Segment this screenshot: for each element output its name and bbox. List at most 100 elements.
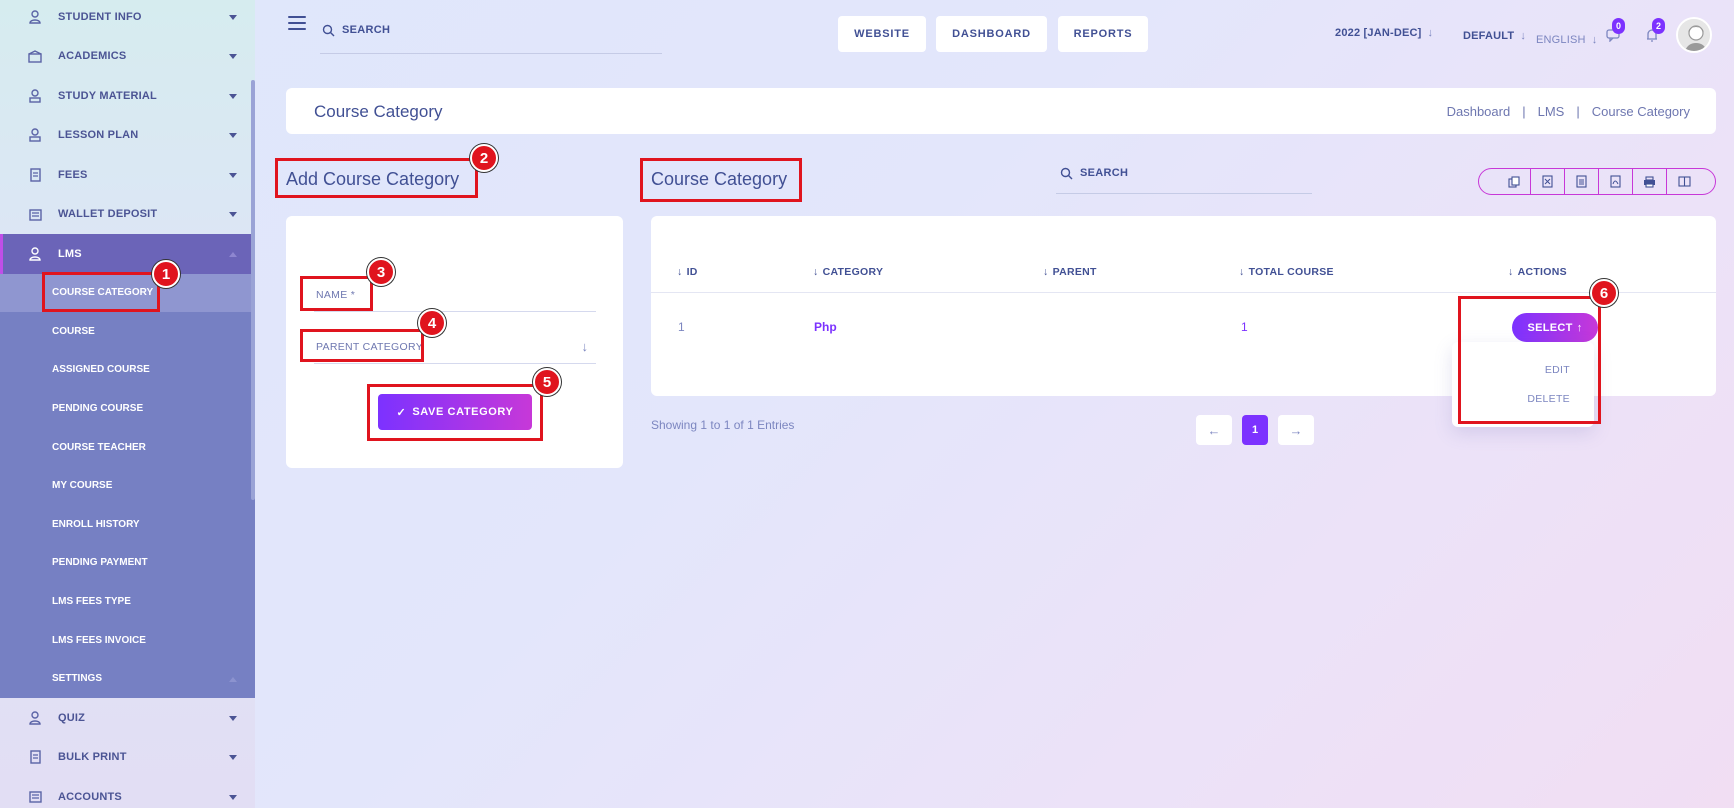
reports-button[interactable]: REPORTS [1058, 16, 1148, 52]
breadcrumb: Dashboard | LMS | Course Category [1447, 104, 1690, 119]
sidebar-item-label: QUIZ [58, 711, 86, 724]
column-header-parent[interactable]: ↓ PARENT [1043, 266, 1097, 278]
quiz-icon [28, 711, 42, 725]
delete-menu-item[interactable]: DELETE [1527, 393, 1570, 405]
wallet-icon [28, 207, 42, 221]
sidebar-item-bulk-print[interactable]: BULK PRINT [0, 738, 255, 778]
actions-dropdown-menu: EDIT DELETE [1452, 342, 1594, 427]
style-select[interactable]: DEFAULT ↓ [1463, 30, 1526, 42]
row-total-course-cell: 1 [1241, 320, 1248, 334]
lesson-plan-icon [28, 128, 42, 142]
print-icon[interactable] [1633, 169, 1667, 194]
column-header-id[interactable]: ↓ ID [677, 266, 698, 278]
export-toolbar [1478, 168, 1716, 195]
submenu-lms-fees-type[interactable]: LMS FEES TYPE [0, 582, 255, 621]
breadcrumb-lms[interactable]: LMS [1538, 104, 1565, 119]
sidebar-item-academics[interactable]: ACADEMICS [0, 37, 255, 77]
sidebar-item-lesson-plan[interactable]: LESSON PLAN [0, 116, 255, 156]
submenu-course-category[interactable]: COURSE CATEGORY [0, 273, 255, 313]
sort-icon: ↓ [1508, 266, 1514, 278]
submenu-settings[interactable]: SETTINGS [0, 659, 255, 698]
next-page-button[interactable]: → [1278, 415, 1314, 445]
fees-icon [28, 168, 42, 182]
chevron-up-icon [229, 251, 237, 257]
chevron-down-icon [229, 133, 237, 139]
submenu-settings-label: SETTINGS [52, 673, 103, 685]
session-select[interactable]: 2022 [JAN-DEC] ↓ [1335, 27, 1433, 39]
sort-icon: ↓ [1043, 266, 1049, 278]
prev-page-button[interactable]: ← [1196, 415, 1232, 445]
academics-icon [28, 49, 42, 63]
page-title: Course Category [314, 102, 443, 121]
parent-category-label: PARENT CATEGORY [316, 341, 423, 353]
select-label: SELECT [1527, 321, 1573, 334]
list-search-input[interactable]: SEARCH [1056, 160, 1312, 194]
csv-icon[interactable] [1565, 169, 1599, 194]
submenu-pending-payment[interactable]: PENDING PAYMENT [0, 544, 255, 583]
annotation-marker-3: 3 [367, 258, 395, 286]
sidebar-item-fees[interactable]: FEES [0, 155, 255, 195]
dashboard-button[interactable]: DASHBOARD [936, 16, 1047, 52]
notification-badge: 2 [1652, 18, 1665, 34]
excel-icon[interactable] [1531, 169, 1565, 194]
select-action-button[interactable]: SELECT ↑ [1512, 313, 1598, 342]
submenu-course[interactable]: COURSE [0, 312, 255, 351]
language-select[interactable]: ENGLISH ↓ [1536, 30, 1597, 46]
parent-category-select[interactable]: PARENT CATEGORY ↓ [314, 334, 596, 364]
sort-icon: ↓ [1239, 266, 1245, 278]
submenu-my-course[interactable]: MY COURSE [0, 466, 255, 505]
avatar[interactable] [1676, 17, 1712, 53]
row-category-cell[interactable]: Php [814, 320, 837, 334]
breadcrumb-dashboard[interactable]: Dashboard [1447, 104, 1511, 119]
sidebar-item-study-material[interactable]: STUDY MATERIAL [0, 76, 255, 116]
chevron-down-icon [229, 212, 237, 218]
submenu-course-teacher[interactable]: COURSE TEACHER [0, 428, 255, 467]
submenu-assigned-course[interactable]: ASSIGNED COURSE [0, 351, 255, 390]
arrow-right-icon: → [1289, 422, 1303, 438]
print-icon [28, 750, 42, 764]
sidebar-item-student-info[interactable]: STUDENT INFO [0, 0, 255, 37]
sidebar-scrollbar[interactable] [251, 80, 255, 500]
sidebar-item-lms[interactable]: LMS [0, 234, 255, 274]
column-header-label: TOTAL COURSE [1248, 266, 1334, 278]
breadcrumb-current: Course Category [1591, 104, 1690, 119]
sort-icon: ↓ [677, 266, 683, 278]
save-category-button[interactable]: ✓ SAVE CATEGORY [378, 394, 532, 430]
copy-icon[interactable] [1497, 169, 1531, 194]
sidebar-item-label: ACADEMICS [58, 50, 127, 63]
top-search-input[interactable]: SEARCH [320, 18, 662, 54]
sidebar-item-label: WALLET DEPOSIT [58, 208, 158, 221]
submenu-enroll-history[interactable]: ENROLL HISTORY [0, 505, 255, 544]
sidebar-item-wallet-deposit[interactable]: WALLET DEPOSIT [0, 195, 255, 235]
website-button[interactable]: WEBSITE [838, 16, 926, 52]
page-button-current[interactable]: 1 [1242, 415, 1268, 445]
pdf-icon[interactable] [1599, 169, 1633, 194]
column-header-total-course[interactable]: ↓ TOTAL COURSE [1239, 266, 1334, 278]
sidebar-item-label: STUDENT INFO [58, 10, 142, 23]
submenu-lms-fees-invoice[interactable]: LMS FEES INVOICE [0, 621, 255, 660]
columns-icon[interactable] [1667, 169, 1701, 194]
sidebar-item-accounts[interactable]: ACCOUNTS [0, 777, 255, 808]
course-category-list-title: Course Category [651, 169, 788, 189]
page-header: Course Category Dashboard | LMS | Course… [286, 88, 1716, 134]
name-field[interactable]: NAME * [314, 282, 596, 312]
edit-menu-item[interactable]: EDIT [1545, 364, 1570, 376]
hamburger-menu-icon[interactable] [288, 16, 306, 30]
search-icon [322, 24, 335, 42]
submenu-pending-course[interactable]: PENDING COURSE [0, 389, 255, 428]
entries-info: Showing 1 to 1 of 1 Entries [651, 418, 795, 432]
column-header-actions[interactable]: ↓ ACTIONS [1508, 266, 1567, 278]
arrow-down-icon: ↓ [1427, 27, 1434, 39]
breadcrumb-separator: | [1522, 104, 1526, 119]
arrow-down-icon: ↓ [1520, 30, 1527, 42]
sidebar-item-label: FEES [58, 168, 88, 181]
study-material-icon [28, 89, 42, 103]
check-icon: ✓ [396, 406, 407, 419]
sidebar-item-label: BULK PRINT [58, 751, 127, 764]
annotation-marker-6: 6 [1590, 279, 1618, 307]
style-value: DEFAULT [1463, 30, 1515, 42]
column-header-category[interactable]: ↓ CATEGORY [813, 266, 883, 278]
chevron-down-icon [229, 93, 237, 99]
chevron-down-icon [229, 172, 237, 178]
sidebar-item-quiz[interactable]: QUIZ [0, 698, 255, 738]
